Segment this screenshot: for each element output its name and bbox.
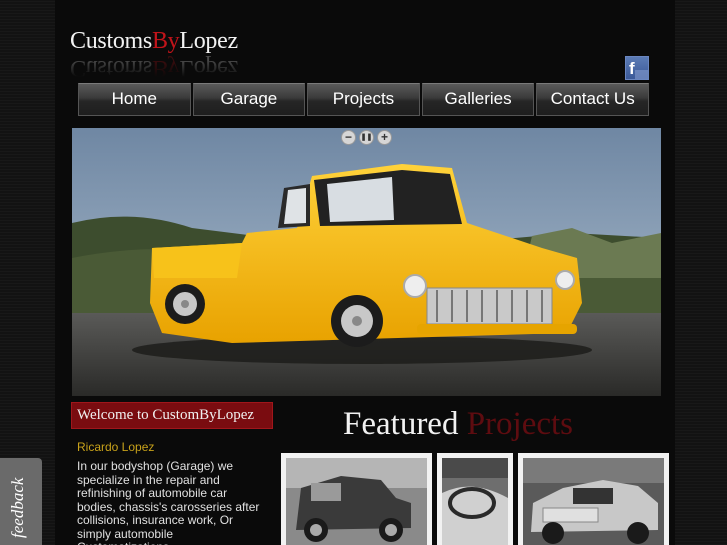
nav-galleries[interactable]: Galleries bbox=[421, 83, 535, 116]
logo-word-by: By bbox=[151, 28, 180, 54]
facebook-letter: f bbox=[629, 59, 635, 78]
slideshow-prev-icon[interactable]: − bbox=[341, 130, 356, 145]
projects-word: Projects bbox=[466, 406, 574, 442]
project-thumb-image-2 bbox=[442, 458, 508, 545]
nav-contact-us[interactable]: Contact Us bbox=[536, 83, 649, 116]
welcome-heading: Welcome to CustomByLopez bbox=[71, 402, 273, 429]
hero-truck-image bbox=[72, 128, 661, 396]
nav-home[interactable]: Home bbox=[78, 83, 191, 116]
site-logo[interactable]: CustomsByLopez bbox=[70, 28, 238, 55]
logo-word-lopez: Lopez bbox=[179, 28, 238, 54]
project-thumb-image-3 bbox=[523, 458, 664, 545]
featured-project-thumb-2[interactable] bbox=[437, 453, 513, 545]
intro-text: In our bodyshop (Garage) we specialize i… bbox=[77, 460, 260, 545]
featured-projects-heading: Featured Projects bbox=[343, 406, 573, 443]
slideshow-pause-icon[interactable]: ❚❚ bbox=[359, 130, 374, 145]
logo-reflection-customs: Customs bbox=[70, 55, 152, 81]
logo-reflection: CustomsByLopez bbox=[70, 54, 238, 81]
featured-project-thumb-3[interactable] bbox=[518, 453, 669, 545]
project-thumb-image-1 bbox=[286, 458, 427, 545]
featured-project-thumb-1[interactable] bbox=[281, 453, 432, 545]
featured-word: Featured bbox=[343, 406, 459, 442]
logo-reflection-by: By bbox=[151, 55, 180, 81]
logo-word-customs: Customs bbox=[70, 28, 152, 54]
facebook-icon[interactable]: f bbox=[625, 56, 649, 80]
facebook-icon-shade bbox=[635, 70, 648, 79]
nav-garage[interactable]: Garage bbox=[192, 83, 306, 116]
author-name: Ricardo Lopez bbox=[77, 440, 155, 454]
slideshow-next-icon[interactable]: + bbox=[377, 130, 392, 145]
logo-reflection-lopez: Lopez bbox=[179, 55, 238, 81]
feedback-tab[interactable]: feedback bbox=[0, 458, 42, 545]
slideshow-controls: − ❚❚ + bbox=[341, 130, 392, 145]
main-nav: Home Garage Projects Galleries Contact U… bbox=[78, 83, 649, 116]
feedback-label: feedback bbox=[8, 477, 27, 538]
hero-slideshow[interactable] bbox=[72, 128, 661, 396]
nav-projects[interactable]: Projects bbox=[307, 83, 420, 116]
